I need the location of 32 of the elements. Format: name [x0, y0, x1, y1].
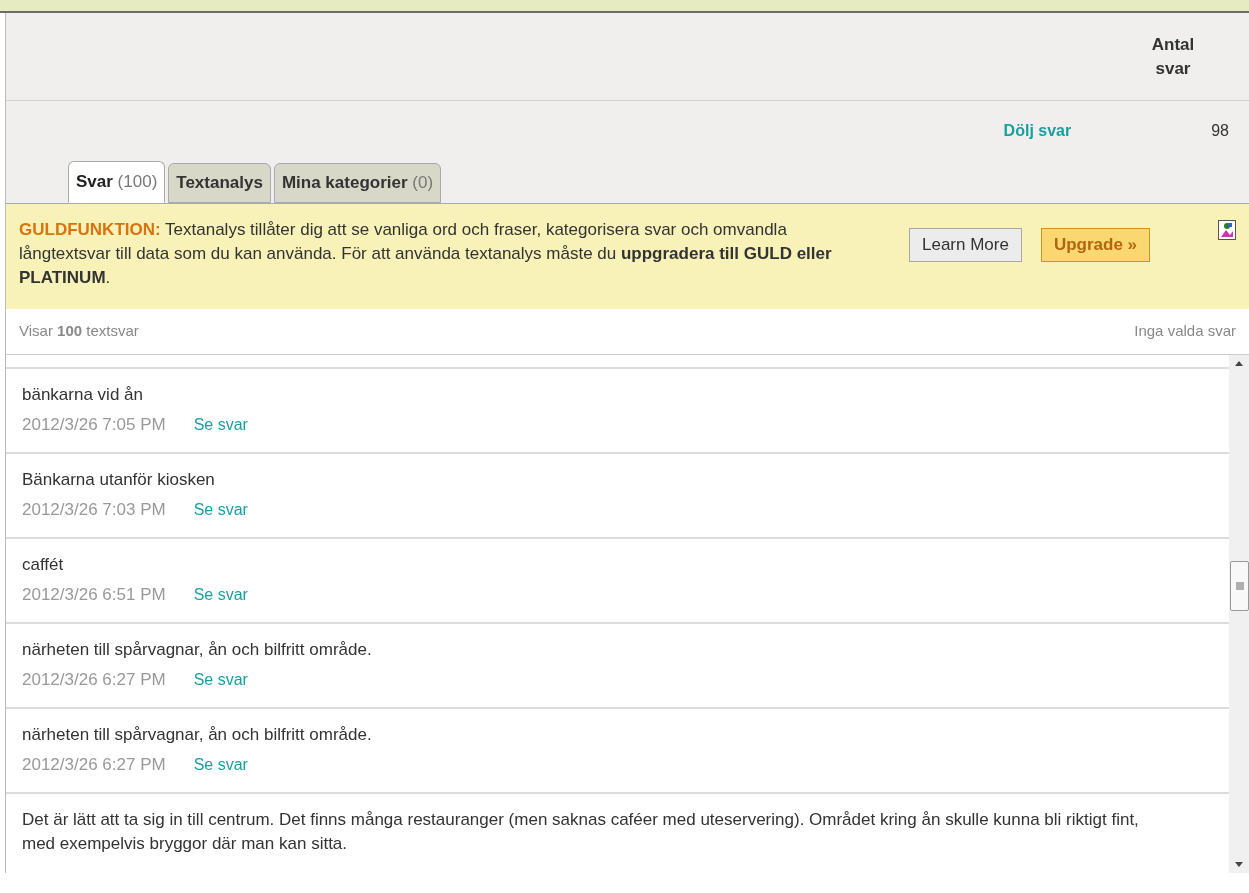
response-date: 2012/3/26 6:27 PM: [22, 754, 166, 776]
response-date: 2012/3/26 6:27 PM: [22, 669, 166, 691]
response-text: Det är lätt att ta sig in till centrum. Det finns många restauranger (men saknas caféer med uteservering). Området kring ån skulle kunna bli riktigt fint, med exempelvis bryggor där man kan sitta.: [22, 809, 1140, 855]
tab[interactable]: Mina kategorier (0): [273, 163, 442, 203]
showing-count: Visar 100 textsvar: [19, 321, 139, 342]
response-text: caffét: [22, 554, 65, 576]
hide-answers-link[interactable]: Dölj svar: [1003, 119, 1072, 143]
response-date: 2012/3/26 7:05 PM: [22, 414, 166, 436]
view-response-link[interactable]: Se svar: [193, 752, 248, 777]
selection-status: Inga valda svar: [1134, 321, 1236, 342]
scroll-thumb[interactable]: [1230, 561, 1249, 611]
column-header: Antal svar: [1150, 34, 1196, 80]
tab[interactable]: Textanalys: [168, 163, 271, 203]
response-date: 2012/3/26 6:51 PM: [22, 584, 166, 606]
view-response-link[interactable]: Se svar: [193, 497, 248, 522]
image-icon: [1218, 220, 1236, 240]
scrollbar[interactable]: [1229, 355, 1249, 873]
upgrade-notice: GULDFUNKTION: Textanalys tillåter dig att se vanliga ord och fraser, kategorisera svar och omvandla långtextsvar till data som du kan använda. För att använda textanalys måste du uppgradera till GULD eller PLATINUM.: [19, 219, 833, 289]
scroll-up-icon[interactable]: [1235, 361, 1243, 366]
response-text: bänkarna vid ån: [22, 384, 144, 406]
scroll-down-icon[interactable]: [1235, 862, 1243, 867]
learn-more-button[interactable]: Learn More: [909, 228, 1022, 262]
view-response-link[interactable]: Se svar: [193, 667, 248, 692]
tab[interactable]: Svar (100): [68, 161, 166, 203]
answer-count: 98: [1211, 121, 1229, 141]
view-response-link[interactable]: Se svar: [193, 412, 248, 437]
response-date: 2012/3/26 7:03 PM: [22, 499, 166, 521]
view-response-link[interactable]: Se svar: [193, 582, 248, 607]
upgrade-button[interactable]: Upgrade »: [1040, 228, 1151, 262]
response-text: närheten till spårvagnar, ån och bilfritt område.: [22, 724, 373, 746]
response-text: Bänkarna utanför kiosken: [22, 469, 216, 491]
response-text: närheten till spårvagnar, ån och bilfritt område.: [22, 639, 373, 661]
